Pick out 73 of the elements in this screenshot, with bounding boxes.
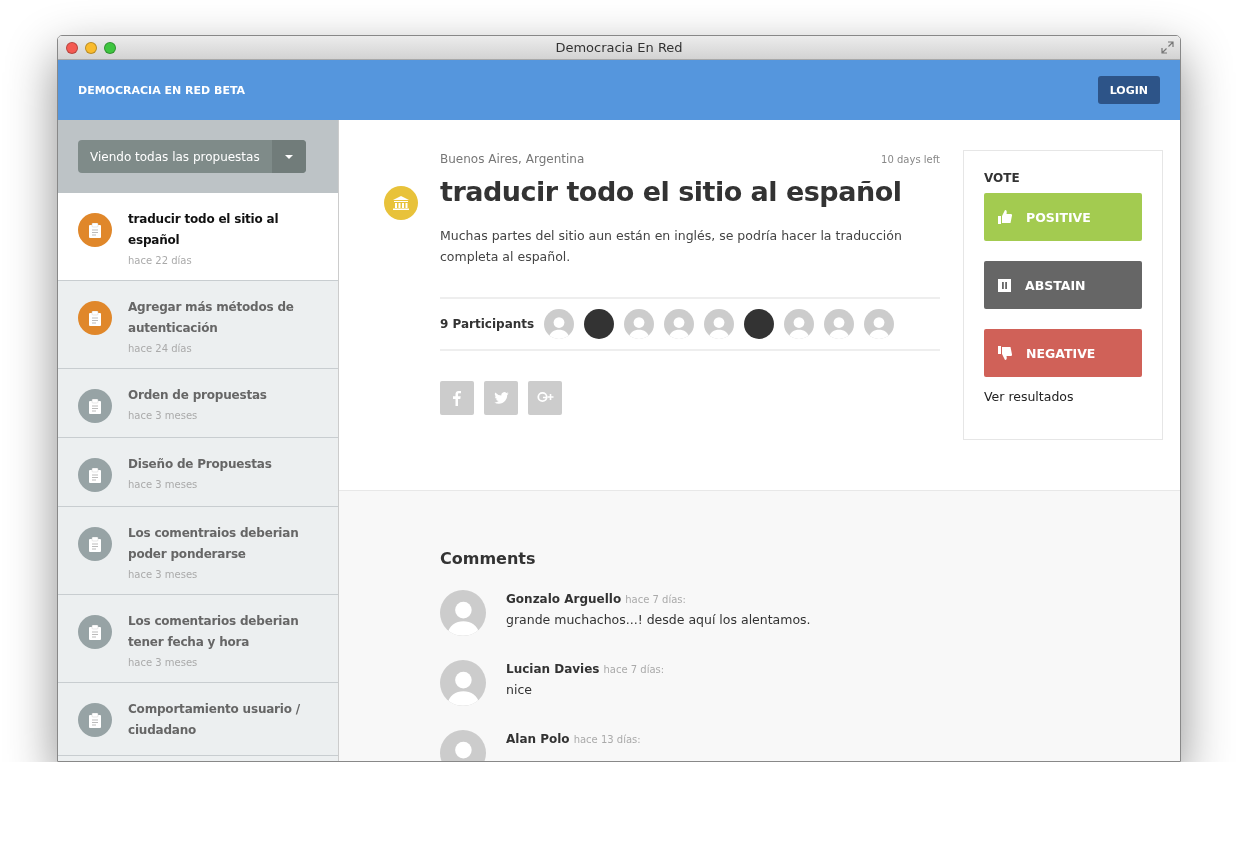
comment-time: hace 7 días: (625, 594, 686, 605)
proposal-title: Los comentarios deberian tener fecha y hora (128, 613, 300, 651)
comment-author[interactable]: Gonzalo Arguello (506, 592, 622, 606)
participant-avatar[interactable] (544, 309, 575, 339)
bank-building-icon (393, 196, 409, 210)
clipboard-icon (89, 310, 101, 326)
share-button[interactable] (484, 381, 518, 415)
proposal-list-item[interactable]: Orden de propuestas hace 3 meses (58, 369, 338, 438)
comment-author[interactable]: Lucian Davies (506, 662, 600, 676)
caret-icon (284, 154, 293, 159)
proposal-list-item[interactable]: Diseño de Propuestas hace 3 meses (58, 438, 338, 507)
proposal-title: Los comentraios deberian poder ponderarse (128, 525, 300, 563)
proposal-title: Comportamiento usuario / ciudadano (128, 701, 301, 739)
proposal-list-item[interactable]: Agregar más métodos de autenticación hace 24 días (58, 281, 338, 369)
proposal-list-item[interactable]: Comportamiento usuario / ciudadano (58, 683, 338, 756)
results-link[interactable]: Ver resultados (984, 389, 1142, 404)
zoom-button[interactable] (104, 41, 116, 54)
thumbs-up-icon (998, 210, 1012, 224)
participant-avatar[interactable] (664, 309, 695, 339)
fullscreen-icon[interactable] (1161, 41, 1174, 54)
proposal-date: hace 3 meses (128, 410, 199, 421)
proposal-list-item[interactable]: Los comentarios deberian tener fecha y hora hace 3 meses (58, 595, 338, 683)
participant-avatar[interactable] (704, 309, 735, 339)
minimize-button[interactable] (85, 41, 97, 54)
proposal-date: hace 3 meses (128, 479, 199, 490)
comment-text: nice (506, 682, 533, 697)
vote-button[interactable]: NEGATIVE (984, 329, 1142, 377)
comment-text: grande muchachos...! desde aquí los alentamos. (506, 612, 811, 627)
share-button[interactable] (528, 381, 562, 415)
google-plus-icon (536, 391, 554, 405)
proposal-list-item[interactable]: traducir todo el sitio al español hace 22 días (58, 193, 338, 281)
photo-placeholder[interactable] (744, 309, 775, 339)
participant-avatar[interactable] (784, 309, 815, 339)
participants-count: 9 Participants (440, 317, 535, 331)
comments-heading: Comments (440, 549, 537, 568)
window-title: Democracia En Red (555, 40, 683, 55)
brand-name[interactable]: DEMOCRACIA EN RED BETA (78, 83, 246, 97)
clipboard-icon (89, 398, 101, 414)
comment-time: hace 13 días: (573, 734, 641, 745)
login-button[interactable]: LOGIN (1097, 76, 1160, 104)
participant-avatar[interactable] (624, 309, 655, 339)
proposal-date: hace 3 meses (128, 569, 199, 580)
proposal-title: traducir todo el sitio al español (128, 211, 280, 249)
clipboard-icon (89, 467, 101, 483)
vote-heading: VOTE (984, 171, 1021, 185)
thumbs-down-icon (998, 346, 1012, 360)
comment-author[interactable]: Alan Polo (506, 732, 570, 746)
clipboard-icon (89, 536, 101, 552)
photo-placeholder[interactable] (584, 309, 615, 339)
clipboard-icon (89, 624, 101, 640)
days-left-text: 10 days left (881, 154, 940, 165)
proposal-date: hace 24 días (128, 343, 193, 354)
proposal-date: hace 22 días (128, 255, 193, 266)
participant-avatar[interactable] (864, 309, 895, 339)
proposal-description: Muchas partes del sitio aun están en inglés, se podría hacer la traducción completa al español. (440, 227, 903, 266)
participant-avatar[interactable] (824, 309, 855, 339)
close-button[interactable] (66, 41, 78, 54)
twitter-bird-icon (493, 392, 509, 404)
share-button[interactable] (440, 381, 474, 415)
proposal-list-item[interactable]: Los comentraios deberian poder ponderarse hace 3 meses (58, 507, 338, 595)
location-text: Buenos Aires, Argentina (440, 152, 585, 166)
comment-time: hace 7 días: (603, 664, 665, 675)
proposal-title: Orden de propuestas (128, 387, 268, 404)
proposal-title: Diseño de Propuestas (128, 456, 273, 473)
clipboard-icon (89, 712, 101, 728)
filter-dropdown[interactable]: Viendo todas las propuestas (78, 140, 306, 173)
vote-button[interactable]: ABSTAIN (984, 261, 1142, 309)
clipboard-icon (89, 222, 101, 238)
proposal-date: hace 3 meses (128, 657, 199, 668)
proposal-heading: traducir todo el sitio al español (440, 176, 903, 207)
proposal-title: Agregar más métodos de autenticación (128, 299, 295, 337)
pause-icon (998, 278, 1011, 292)
facebook-icon (453, 390, 461, 406)
